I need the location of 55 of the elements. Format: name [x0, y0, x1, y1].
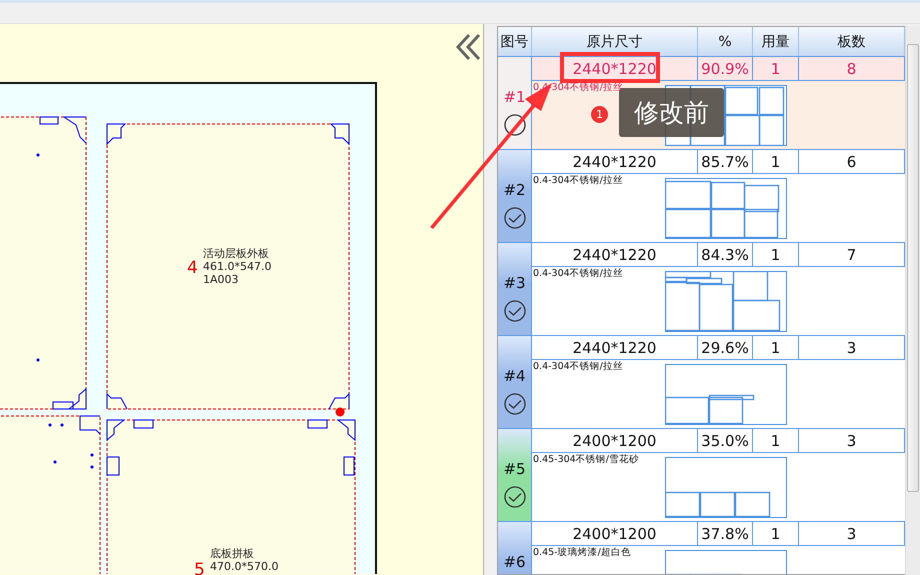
part-count-cell: 3 — [799, 522, 905, 546]
sheet-number-cell[interactable]: #5 — [498, 429, 532, 521]
part-number: 4 — [187, 259, 198, 277]
utilization-cell: 90.9% — [698, 57, 753, 81]
check-circle-icon[interactable] — [504, 300, 526, 322]
sheet-size-cell: 2440*1220 — [532, 150, 698, 174]
material-label: 0.45-304不锈钢/雪花砂 — [533, 454, 639, 465]
quantity-cell: 1 — [753, 522, 799, 546]
check-circle-icon[interactable] — [504, 207, 526, 229]
empty-circle-icon[interactable] — [504, 114, 526, 136]
quantity-cell: 1 — [753, 429, 799, 453]
sheet-size-cell: 2440*1220 — [532, 57, 698, 81]
part-size: 470.0*570.0 — [210, 560, 278, 573]
material-label: 0.4-304不锈钢/拉丝 — [533, 361, 623, 372]
sheet-number-cell[interactable]: #6 — [498, 522, 532, 574]
quantity-cell: 1 — [753, 243, 799, 267]
column-header: % — [698, 27, 753, 56]
utilization-cell: 35.0% — [698, 429, 753, 453]
collapse-icon[interactable] — [455, 33, 483, 61]
sheet-size-cell: 2400*1200 — [532, 522, 698, 546]
part-number: 5 — [194, 561, 205, 575]
part-size: 461.0*547.0 — [203, 260, 272, 273]
material-label: 0.45-玻璃烤漆/超白色 — [533, 547, 631, 558]
utilization-cell: 29.6% — [698, 336, 753, 360]
sheet-size-cell: 2440*1220 — [532, 243, 698, 267]
sheet-size-cell: 2400*1200 — [532, 429, 698, 453]
column-header: 图号 — [498, 27, 532, 56]
anchor-dot[interactable] — [336, 408, 344, 416]
quantity-cell: 1 — [753, 57, 799, 81]
tooltip-callout: 修改前 — [619, 88, 724, 137]
part-count-cell: 6 — [799, 150, 905, 174]
part-code: 1A003 — [203, 273, 239, 286]
part-count-cell: 3 — [799, 336, 905, 360]
scrollbar[interactable] — [905, 26, 920, 575]
check-circle-icon[interactable] — [504, 486, 526, 508]
part-name: 活动层板外板 — [203, 247, 269, 260]
check-circle-icon[interactable] — [504, 393, 526, 415]
material-label: 0.4-304不锈钢/拉丝 — [533, 268, 623, 279]
sheet-size-cell: 2440*1220 — [532, 336, 698, 360]
sheet-number-cell[interactable]: #1 — [498, 57, 532, 149]
utilization-cell: 84.3% — [698, 243, 753, 267]
sheet-number-cell[interactable]: #2 — [498, 150, 532, 242]
utilization-cell: 37.8% — [698, 522, 753, 546]
part-name: 底板拼板 — [210, 547, 254, 560]
part-count-cell: 3 — [799, 429, 905, 453]
material-label: 0.4-304不锈钢/拉丝 — [533, 175, 623, 186]
column-header: 原片尺寸 — [532, 27, 698, 56]
sheet-number-cell[interactable]: #4 — [498, 336, 532, 428]
part-count-cell: 7 — [799, 243, 905, 267]
sheet-number-cell[interactable]: #3 — [498, 243, 532, 335]
quantity-cell: 1 — [753, 150, 799, 174]
quantity-cell: 1 — [753, 336, 799, 360]
utilization-cell: 85.7% — [698, 150, 753, 174]
part-count-cell: 8 — [799, 57, 905, 81]
column-header: 用量 — [753, 27, 799, 56]
